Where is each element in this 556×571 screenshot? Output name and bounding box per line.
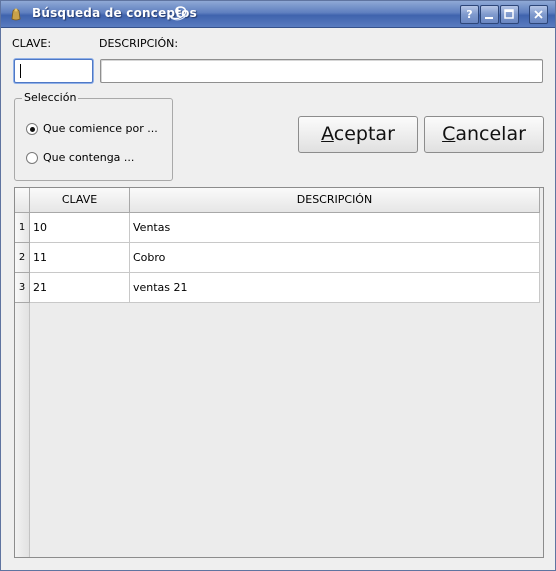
table-cell-clave[interactable]: 11 xyxy=(30,243,130,273)
radio-dot xyxy=(29,126,35,132)
table-cell-clave[interactable]: 10 xyxy=(30,213,130,243)
column-header-descripcion[interactable]: DESCRIPCIÓN xyxy=(130,188,540,213)
table-cell-descripcion[interactable]: Ventas xyxy=(130,213,540,243)
accept-mnemonic: A xyxy=(321,123,334,145)
help-icon: ? xyxy=(466,8,473,21)
clave-input[interactable] xyxy=(14,59,93,83)
close-icon xyxy=(534,10,543,19)
minimize-icon xyxy=(485,17,493,19)
accept-label: ceptar xyxy=(333,123,395,145)
results-table[interactable]: CLAVE DESCRIPCIÓN 1 10 Ventas 2 11 Cobro… xyxy=(14,187,544,558)
radio-starts-with-label[interactable]: Que comience por ... xyxy=(43,122,158,135)
row-header-strip xyxy=(15,303,30,557)
selection-title: Selección xyxy=(22,91,79,104)
app-icon[interactable] xyxy=(9,7,23,21)
cancel-button[interactable]: Cancelar xyxy=(424,116,544,153)
table-cell-clave[interactable]: 21 xyxy=(30,273,130,303)
table-corner[interactable] xyxy=(15,188,30,213)
dialog-window: Búsqueda de conceptos ? CLAVE: DESCRIPCI… xyxy=(0,0,556,571)
minimize-button[interactable] xyxy=(480,5,499,24)
row-header[interactable]: 3 xyxy=(15,273,30,303)
descripcion-input[interactable] xyxy=(100,59,543,83)
descripcion-label: DESCRIPCIÓN: xyxy=(99,37,179,50)
cancel-label: ancelar xyxy=(455,123,526,145)
cancel-mnemonic: C xyxy=(442,123,456,145)
column-header-clave[interactable]: CLAVE xyxy=(30,188,130,213)
radio-button-checked[interactable] xyxy=(26,123,38,135)
close-button[interactable] xyxy=(529,5,548,24)
text-caret xyxy=(20,64,21,78)
row-header[interactable]: 2 xyxy=(15,243,30,273)
table-cell-descripcion[interactable]: ventas 21 xyxy=(130,273,540,303)
radio-contains-label[interactable]: Que contenga ... xyxy=(43,151,134,164)
radio-button-unchecked[interactable] xyxy=(26,152,38,164)
maximize-icon xyxy=(504,9,514,19)
row-header[interactable]: 1 xyxy=(15,213,30,243)
clave-label: CLAVE: xyxy=(12,37,52,50)
title-bar[interactable]: Búsqueda de conceptos ? xyxy=(1,1,555,28)
maximize-button[interactable] xyxy=(500,5,519,24)
kde-swirl-icon xyxy=(168,6,188,21)
accept-button[interactable]: Aceptar xyxy=(298,116,418,153)
selection-groupbox xyxy=(14,98,173,181)
table-cell-descripcion[interactable]: Cobro xyxy=(130,243,540,273)
help-button[interactable]: ? xyxy=(460,5,479,24)
